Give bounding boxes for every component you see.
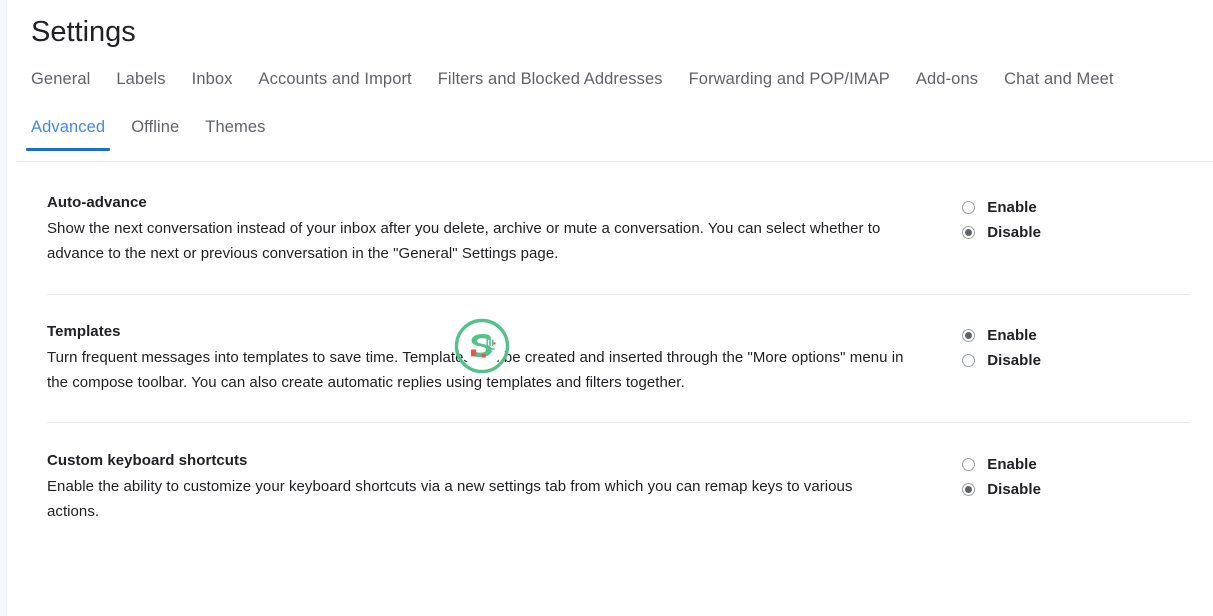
settings-sections: Auto-advance Show the next conversation i… <box>16 162 1213 548</box>
radio-option-auto-advance-disable[interactable]: Disable <box>962 220 1041 245</box>
tab-add-ons[interactable]: Add-ons <box>916 66 978 103</box>
settings-tabs: General Labels Inbox Accounts and Import Fil… <box>8 66 1213 151</box>
settings-section-templates: Templates Turn frequent messages into tem… <box>16 295 1213 422</box>
section-description-custom-keyboard-shortcuts: Enable the ability to customize your key… <box>47 478 853 520</box>
primary-tab-row: General Labels Inbox Accounts and Import Fil… <box>31 66 1203 103</box>
tab-offline[interactable]: Offline <box>131 114 179 151</box>
settings-section-custom-keyboard-shortcuts: Custom keyboard shortcuts Enable the abil… <box>16 423 1213 548</box>
section-title-templates: Templates <box>47 323 121 340</box>
radio-group-auto-advance: Enable Disable <box>962 192 1213 245</box>
tab-general[interactable]: General <box>31 66 90 103</box>
settings-content: Settings General Labels Inbox Accounts and … <box>8 0 1213 616</box>
tab-themes[interactable]: Themes <box>205 114 265 151</box>
section-title-auto-advance: Auto-advance <box>47 194 147 211</box>
radio-group-templates: Enable Disable <box>962 321 1213 373</box>
tab-inbox[interactable]: Inbox <box>192 66 233 103</box>
secondary-tab-row: Advanced Offline Themes <box>25 114 1203 151</box>
tab-forwarding-and-pop-imap[interactable]: Forwarding and POP/IMAP <box>689 66 890 103</box>
page-title: Settings <box>31 16 136 48</box>
settings-page: Settings General Labels Inbox Accounts and … <box>0 0 1213 616</box>
section-text: Custom keyboard shortcuts Enable the abil… <box>47 450 907 524</box>
radio-option-custom-keyboard-shortcuts-disable[interactable]: Disable <box>962 477 1041 502</box>
radio-selected-icon[interactable] <box>962 226 976 239</box>
tab-labels[interactable]: Labels <box>116 66 165 103</box>
section-description-templates: Turn frequent messages into templates to… <box>47 349 904 391</box>
radio-option-custom-keyboard-shortcuts-enable[interactable]: Enable <box>962 452 1041 477</box>
section-text: Templates Turn frequent messages into tem… <box>47 321 907 395</box>
radio-label: Disable <box>987 480 1041 498</box>
settings-section-auto-advance: Auto-advance Show the next conversation i… <box>16 162 1213 294</box>
left-rail-edge <box>0 0 7 616</box>
radio-option-templates-enable[interactable]: Enable <box>962 323 1041 348</box>
radio-label: Enable <box>987 326 1037 344</box>
section-text: Auto-advance Show the next conversation i… <box>47 192 907 266</box>
tab-advanced[interactable]: Advanced <box>25 114 111 151</box>
radio-label: Disable <box>987 223 1041 241</box>
radio-unselected-icon[interactable] <box>962 458 976 471</box>
radio-label: Enable <box>987 455 1037 473</box>
section-description-auto-advance: Show the next conversation instead of yo… <box>47 220 881 262</box>
tab-accounts-and-import[interactable]: Accounts and Import <box>259 66 412 103</box>
radio-unselected-icon[interactable] <box>962 201 976 214</box>
radio-label: Disable <box>987 351 1041 369</box>
radio-unselected-icon[interactable] <box>962 354 976 367</box>
radio-selected-icon[interactable] <box>962 329 976 342</box>
radio-label: Enable <box>987 198 1037 216</box>
radio-option-auto-advance-enable[interactable]: Enable <box>962 195 1041 220</box>
radio-selected-icon[interactable] <box>962 483 976 496</box>
radio-group-custom-keyboard-shortcuts: Enable Disable <box>962 450 1213 502</box>
tab-chat-and-meet[interactable]: Chat and Meet <box>1004 66 1114 103</box>
section-title-custom-keyboard-shortcuts: Custom keyboard shortcuts <box>47 452 248 469</box>
tab-filters-and-blocked-addresses[interactable]: Filters and Blocked Addresses <box>438 66 663 103</box>
radio-option-templates-disable[interactable]: Disable <box>962 348 1041 373</box>
